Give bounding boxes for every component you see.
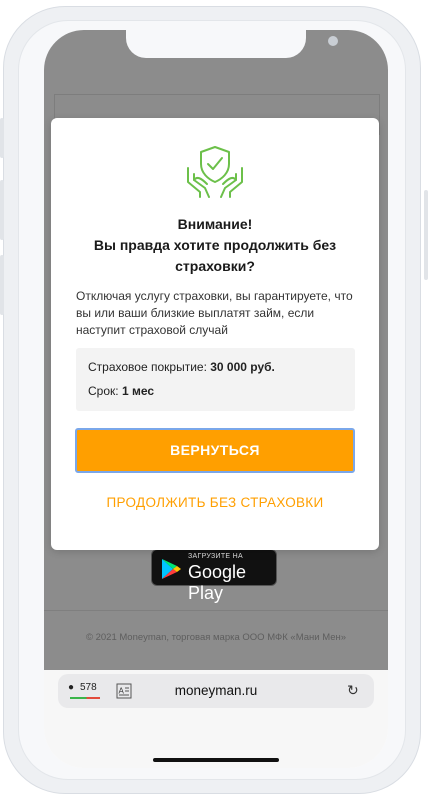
dialog-title: Внимание! Вы правда хотите продолжить бе… — [71, 214, 359, 277]
dialog-title-line-2: Вы правда хотите продолжить без — [93, 237, 337, 253]
footer-divider — [44, 610, 388, 611]
store-badge-small-text: ЗАГРУЗИТЕ НА — [188, 553, 243, 560]
return-button[interactable]: ВЕРНУТЬСЯ — [75, 428, 355, 473]
term-row: Срок: 1 мес — [88, 384, 154, 398]
insurance-shield-hands-icon — [185, 144, 245, 198]
phone-silent-switch — [0, 118, 4, 158]
copyright-text: © 2021 Moneyman, торговая марка ООО МФК … — [85, 632, 347, 643]
coverage-label: Страховое покрытие: — [88, 360, 207, 374]
phone-notch — [126, 30, 338, 58]
coverage-value: 30 000 руб. — [210, 360, 275, 374]
home-indicator — [153, 758, 279, 762]
phone-volume-down — [0, 255, 4, 315]
phone-power-button — [424, 190, 428, 280]
dialog-title-line-1: Внимание! — [177, 216, 253, 232]
store-badge-name: Google Play — [188, 562, 247, 603]
address-bar[interactable]: ● 578 A moneyman.ru ↻ — [58, 674, 374, 708]
continue-without-insurance-link[interactable]: ПРОДОЛЖИТЬ БЕЗ СТРАХОВКИ — [71, 495, 359, 510]
term-value: 1 мес — [121, 384, 155, 398]
google-play-icon — [162, 559, 181, 579]
browser-bottom-bar: ● 578 A moneyman.ru ↻ — [44, 670, 388, 768]
url-text: moneyman.ru — [174, 683, 258, 698]
dialog-description: Отключая услугу страховки, вы гарантируе… — [76, 289, 353, 337]
front-camera — [328, 36, 338, 46]
reload-icon[interactable]: ↻ — [347, 682, 359, 699]
phone-volume-up — [0, 180, 4, 240]
coverage-row: Страховое покрытие: 30 000 руб. — [88, 360, 275, 374]
term-label: Срок: — [88, 384, 119, 398]
insurance-details-box: Страховое покрытие: 30 000 руб. Срок: 1 … — [76, 348, 355, 411]
insurance-confirm-dialog: Внимание! Вы правда хотите продолжить бе… — [51, 118, 379, 550]
google-play-badge[interactable]: ЗАГРУЗИТЕ НА Google Play — [151, 549, 277, 603]
dialog-title-line-3: страховки? — [175, 258, 255, 274]
